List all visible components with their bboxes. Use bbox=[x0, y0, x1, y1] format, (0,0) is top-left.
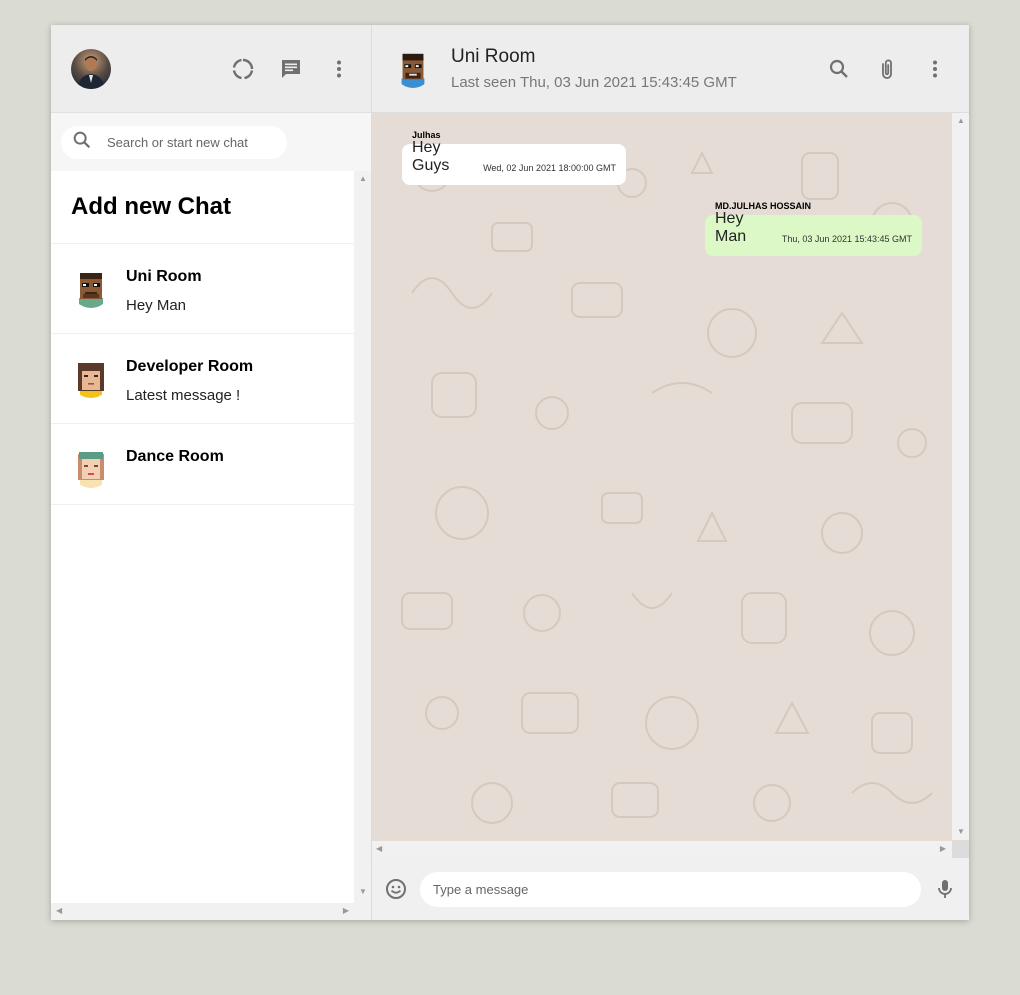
chat-footer bbox=[372, 858, 969, 920]
message-sender: Julhas bbox=[412, 130, 441, 140]
message-icon[interactable] bbox=[279, 57, 303, 81]
attach-icon[interactable] bbox=[875, 57, 899, 81]
add-new-chat-button[interactable]: Add new Chat bbox=[51, 171, 355, 244]
chat-name: Developer Room bbox=[126, 358, 254, 375]
scroll-left-arrow-icon[interactable]: ◀ bbox=[376, 845, 382, 853]
more-vert-icon[interactable] bbox=[923, 57, 947, 81]
search-input[interactable] bbox=[105, 133, 279, 151]
chat-list-item[interactable]: Uni Room Hey Man bbox=[51, 244, 355, 334]
room-avatar bbox=[71, 448, 111, 488]
search-box bbox=[61, 125, 287, 159]
chat-name: Uni Room bbox=[126, 268, 202, 285]
message-text: Hey Man bbox=[715, 210, 747, 245]
message-timestamp: Wed, 02 Jun 2021 18:00:00 GMT bbox=[483, 163, 616, 173]
scroll-right-arrow-icon[interactable]: ▶ bbox=[940, 845, 946, 853]
scroll-up-arrow-icon[interactable]: ▲ bbox=[359, 175, 367, 183]
mic-icon[interactable] bbox=[933, 877, 957, 901]
user-avatar[interactable] bbox=[71, 48, 111, 89]
room-title: Uni Room bbox=[451, 46, 536, 67]
more-vert-icon[interactable] bbox=[327, 57, 351, 81]
scroll-left-arrow-icon[interactable]: ◀ bbox=[56, 907, 62, 915]
sidebar-body: Add new Chat Uni Room Hey Man Developer … bbox=[51, 171, 371, 920]
room-avatar[interactable] bbox=[394, 49, 432, 88]
scroll-down-arrow-icon[interactable]: ▼ bbox=[359, 888, 367, 896]
emoji-icon[interactable] bbox=[384, 877, 408, 901]
sidebar-vertical-scrollbar[interactable]: ▲ ▼ bbox=[354, 171, 371, 920]
message-bubble-sent: MD.JULHAS HOSSAIN Hey Man Thu, 03 Jun 20… bbox=[705, 201, 922, 256]
sidebar-search bbox=[51, 113, 371, 171]
scroll-up-arrow-icon[interactable]: ▲ bbox=[957, 117, 965, 125]
chat-body: Julhas Hey Guys Wed, 02 Jun 2021 18:00:0… bbox=[372, 113, 969, 858]
last-seen-text: Last seen Thu, 03 Jun 2021 15:43:45 GMT bbox=[451, 74, 737, 91]
chat-list-item[interactable]: Dance Room bbox=[51, 424, 355, 505]
chat-list-item[interactable]: Developer Room Latest message ! bbox=[51, 334, 355, 424]
room-avatar bbox=[71, 358, 111, 398]
chat-last-message: Latest message ! bbox=[126, 387, 241, 404]
message-bubble-received: Julhas Hey Guys Wed, 02 Jun 2021 18:00:0… bbox=[402, 130, 626, 185]
scrollbar-corner bbox=[952, 841, 969, 858]
sidebar-horizontal-scrollbar[interactable]: ◀ ▶ bbox=[51, 903, 354, 920]
message-text: Hey Guys bbox=[412, 139, 450, 174]
search-icon[interactable] bbox=[827, 57, 851, 81]
sidebar: Add new Chat Uni Room Hey Man De bbox=[51, 25, 372, 920]
chat-horizontal-scrollbar[interactable]: ◀ ▶ bbox=[372, 841, 952, 858]
chat-panel: Uni Room Last seen Thu, 03 Jun 2021 15:4… bbox=[372, 25, 969, 920]
sidebar-header bbox=[51, 25, 371, 113]
chat-last-message: Hey Man bbox=[126, 297, 187, 314]
message-input-box bbox=[420, 871, 921, 907]
chat-header: Uni Room Last seen Thu, 03 Jun 2021 15:4… bbox=[372, 25, 969, 113]
chat-list: Add new Chat Uni Room Hey Man Developer … bbox=[51, 171, 355, 920]
message-sender: MD.JULHAS HOSSAIN bbox=[715, 201, 812, 211]
status-ring-icon[interactable] bbox=[231, 57, 255, 81]
chat-name: Dance Room bbox=[126, 448, 224, 465]
chat-vertical-scrollbar[interactable]: ▲ ▼ bbox=[952, 113, 969, 840]
app-window: Add new Chat Uni Room Hey Man De bbox=[51, 25, 969, 920]
message-input[interactable] bbox=[431, 880, 921, 898]
scroll-right-arrow-icon[interactable]: ▶ bbox=[343, 907, 349, 915]
search-icon bbox=[71, 129, 93, 156]
room-avatar bbox=[71, 268, 111, 308]
message-timestamp: Thu, 03 Jun 2021 15:43:45 GMT bbox=[781, 234, 912, 244]
scroll-down-arrow-icon[interactable]: ▼ bbox=[957, 828, 965, 836]
